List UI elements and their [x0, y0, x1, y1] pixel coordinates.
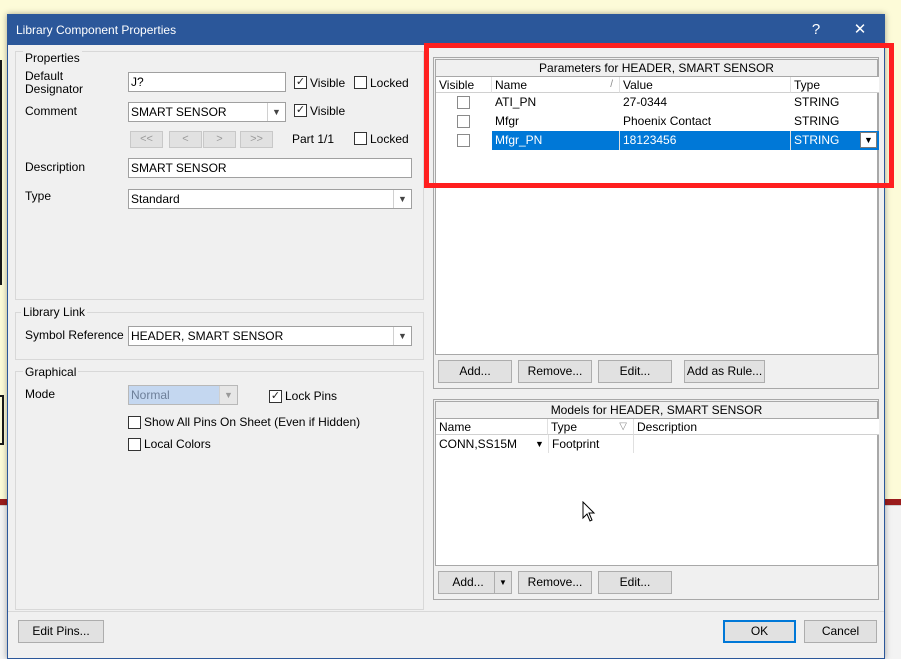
param-edit-button[interactable]: Edit... [598, 360, 672, 383]
comment-value: SMART SENSOR [131, 105, 227, 119]
last-part-button[interactable]: >> [240, 131, 273, 148]
model-type: Footprint [548, 435, 634, 453]
part-locked-checkbox[interactable] [354, 132, 367, 145]
model-edit-button[interactable]: Edit... [598, 571, 672, 594]
mouse-cursor-icon [582, 501, 596, 522]
symbol-reference-label: Symbol Reference [25, 328, 124, 342]
chevron-down-icon[interactable]: ▼ [267, 103, 285, 121]
local-colors-checkbox[interactable] [128, 438, 141, 451]
sort-arrow-icon: ▽ [619, 421, 627, 432]
param-add-button[interactable]: Add... [438, 360, 512, 383]
model-add-button[interactable]: Add... ▼ [438, 571, 512, 594]
part-locked-label: Locked [370, 132, 409, 146]
annotation-highlight-box [424, 43, 894, 188]
description-input[interactable]: SMART SENSOR [128, 158, 412, 178]
properties-legend: Properties [23, 51, 82, 65]
graphical-legend: Graphical [23, 365, 79, 379]
model-remove-button[interactable]: Remove... [518, 571, 592, 594]
comment-visible-label: Visible [310, 104, 346, 118]
models-grid: Models for HEADER, SMART SENSOR Name Typ… [435, 401, 879, 566]
background-wire [0, 60, 2, 285]
symbol-reference-value: HEADER, SMART SENSOR [131, 329, 284, 343]
chevron-down-icon[interactable]: ▼ [393, 327, 411, 345]
model-col-description[interactable]: Description [634, 419, 879, 435]
prev-part-button[interactable]: < [169, 131, 202, 148]
param-remove-button[interactable]: Remove... [518, 360, 592, 383]
model-add-label: Add... [452, 575, 484, 589]
part-indicator: Part 1/1 [292, 132, 335, 146]
lock-pins-checkbox[interactable]: ✓ [269, 390, 282, 403]
edit-pins-button[interactable]: Edit Pins... [18, 620, 104, 643]
type-value: Standard [131, 192, 180, 206]
mode-combobox[interactable]: Normal ▼ [128, 385, 238, 405]
library-link-legend: Library Link [21, 305, 88, 319]
comment-label: Comment [25, 104, 78, 118]
close-button[interactable]: ✕ [838, 15, 882, 45]
ok-button[interactable]: OK [723, 620, 796, 643]
help-button[interactable]: ? [794, 15, 838, 45]
show-all-pins-checkbox[interactable] [128, 416, 141, 429]
chevron-down-icon[interactable]: ▼ [494, 572, 511, 593]
first-part-button[interactable]: << [130, 131, 163, 148]
symbol-reference-combobox[interactable]: HEADER, SMART SENSOR ▼ [128, 326, 412, 346]
background-wire [0, 395, 4, 445]
add-as-rule-button[interactable]: Add as Rule... [684, 360, 765, 383]
model-name-dropdown-icon[interactable]: ▼ [532, 436, 547, 452]
default-designator-input[interactable]: J? [128, 72, 286, 92]
comment-visible-checkbox[interactable]: ✓ [294, 104, 307, 117]
next-part-button[interactable]: > [203, 131, 236, 148]
designator-locked-checkbox[interactable] [354, 76, 367, 89]
designator-visible-label: Visible [310, 76, 346, 90]
type-label: Type [25, 189, 52, 203]
mode-value: Normal [131, 388, 170, 402]
model-description [634, 435, 879, 453]
model-col-name[interactable]: Name [436, 419, 548, 435]
chevron-down-icon[interactable]: ▼ [393, 190, 411, 208]
mode-label: Mode [25, 387, 56, 401]
show-all-pins-label: Show All Pins On Sheet (Even if Hidden) [144, 415, 361, 429]
designator-visible-checkbox[interactable]: ✓ [294, 76, 307, 89]
type-combobox[interactable]: Standard ▼ [128, 189, 412, 209]
chevron-down-icon[interactable]: ▼ [219, 386, 237, 404]
dialog-title: Library Component Properties [16, 23, 177, 37]
models-header: Models for HEADER, SMART SENSOR [436, 402, 877, 419]
graphical-group [15, 371, 424, 610]
model-col-type[interactable]: Type ▽ [548, 419, 634, 435]
description-label: Description [25, 160, 86, 174]
model-name: CONN,SS15M [439, 437, 518, 451]
cancel-button[interactable]: Cancel [804, 620, 877, 643]
model-col-type-label: Type [551, 420, 578, 434]
footer-divider [8, 611, 884, 612]
comment-combobox[interactable]: SMART SENSOR ▼ [128, 102, 286, 122]
lock-pins-label: Lock Pins [285, 389, 338, 403]
designator-locked-label: Locked [370, 76, 409, 90]
title-bar: Library Component Properties ? ✕ [8, 15, 884, 45]
local-colors-label: Local Colors [144, 437, 211, 451]
model-row[interactable]: CONN,SS15M ▼ Footprint [436, 435, 879, 453]
default-designator-label: Default Designator [25, 69, 84, 96]
